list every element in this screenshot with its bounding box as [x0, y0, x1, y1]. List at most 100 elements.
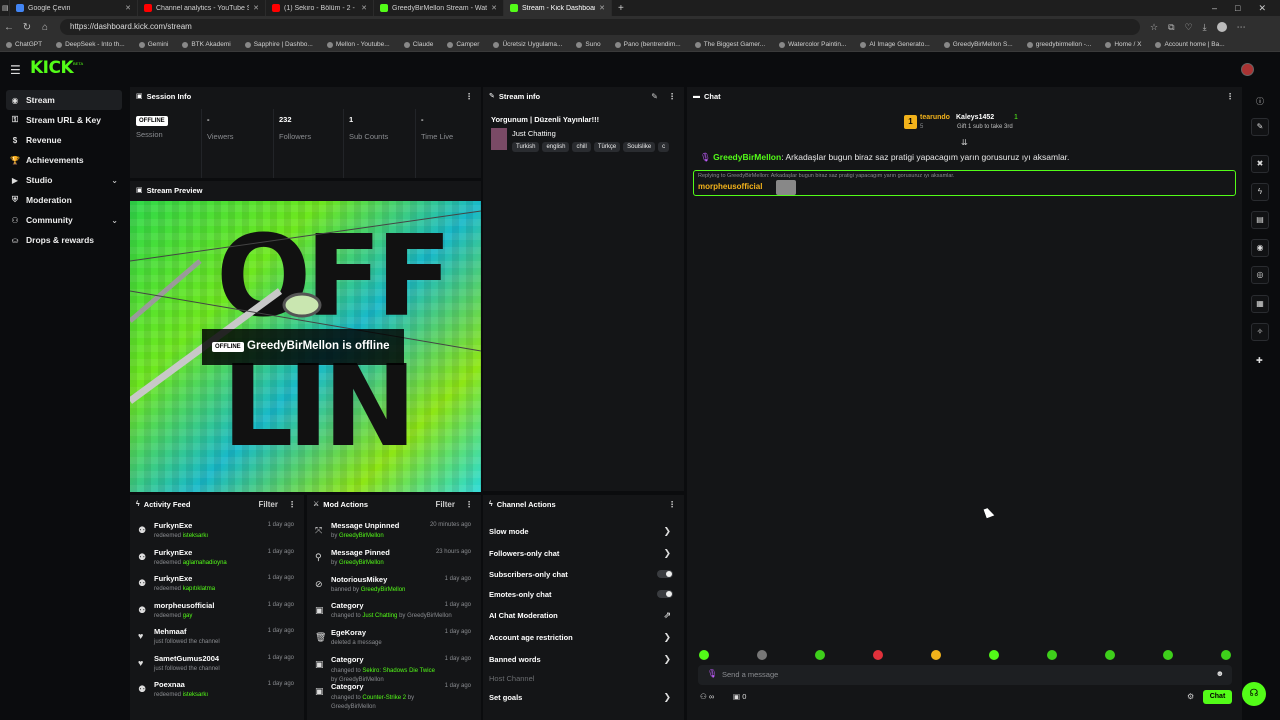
emote-icon[interactable]	[873, 650, 883, 660]
back-icon[interactable]: ←	[0, 22, 18, 33]
hamburger-menu-icon[interactable]: ☰	[10, 63, 21, 77]
support-button[interactable]: ☊	[1242, 682, 1266, 706]
bookmark-item[interactable]: Account home | Ba...	[1155, 41, 1225, 48]
edit-icon[interactable]: ✎	[651, 92, 658, 101]
download-icon[interactable]: ⤓	[1203, 22, 1207, 33]
sidebar-item-stream[interactable]: ◉ Stream	[6, 90, 122, 110]
bookmark-item[interactable]: ChatGPT	[6, 41, 42, 48]
sidebar-item-moderation[interactable]: ⛨ Moderation	[0, 190, 128, 210]
raid-icon[interactable]: ✖	[1251, 155, 1269, 173]
emote-icon[interactable]	[931, 650, 941, 660]
maximize-icon[interactable]: □	[1235, 3, 1240, 14]
bookmark-item[interactable]: Sapphire | Dashbo...	[244, 41, 313, 48]
emote-icon[interactable]	[1047, 650, 1057, 660]
tab-close-icon[interactable]: ✕	[121, 4, 131, 12]
channel-action-subscribers-only-chat[interactable]: Subscribers-only chat	[483, 564, 679, 584]
chevron-right-icon[interactable]: ❯	[663, 654, 671, 665]
channel-action-account-age-restriction[interactable]: Account age restriction ❯	[483, 627, 679, 647]
add-widget-icon[interactable]: ✚	[1256, 356, 1263, 365]
sidebar-item-studio[interactable]: ▶ Studio ⌄	[0, 170, 128, 190]
mod-action-row[interactable]: 🗑 EgeKoray deleted a message 1 day ago	[307, 626, 479, 652]
emote-icon[interactable]	[757, 650, 767, 660]
mod-action-row[interactable]: ▣ Category changed to Sekiro: Shadows Die …	[307, 653, 479, 683]
clipboard-icon[interactable]: ▤	[1251, 211, 1269, 229]
emote-icon[interactable]	[815, 650, 825, 660]
filter-button[interactable]: Filter	[258, 500, 278, 509]
more-icon[interactable]: ⋯	[1237, 22, 1246, 33]
wrench-icon[interactable]: ✧	[1251, 323, 1269, 341]
star-icon[interactable]: ☆	[1150, 22, 1158, 33]
more-options-icon[interactable]: ⋮	[465, 92, 473, 101]
sidebar-item-stream-url-key[interactable]: ⚿ Stream URL & Key	[0, 110, 128, 130]
close-window-icon[interactable]: ✕	[1258, 3, 1266, 14]
favorites-icon[interactable]: ♡	[1185, 22, 1193, 33]
quick-edit-icon[interactable]: ✎	[1251, 118, 1269, 136]
emote-icon[interactable]	[699, 650, 709, 660]
browser-tab[interactable]: Google Çeviri ✕	[10, 0, 138, 16]
filter-button[interactable]: Filter	[435, 500, 455, 509]
mod-action-row[interactable]: ▣ Category changed to Counter-Strike 2 by …	[307, 680, 479, 710]
sidebar-item-revenue[interactable]: $ Revenue	[0, 130, 128, 150]
mod-action-row[interactable]: ⊘ NotoriousMikey banned by GreedyBirMellon…	[307, 573, 479, 599]
channel-action-ai-chat-moderation[interactable]: AI Chat Moderation ⇗	[483, 605, 679, 625]
kick-logo[interactable]: KICK	[30, 58, 74, 78]
activity-row[interactable]: ♥ Mehmaaf just followed the channel 1 day a…	[130, 625, 302, 651]
bookmark-item[interactable]: AI Image Generato...	[860, 41, 930, 48]
activity-row[interactable]: ⚉ Poexnaa redeemed isteksarkı 1 day ago	[130, 678, 302, 704]
stream-tag[interactable]: english	[542, 142, 570, 152]
bookmark-item[interactable]: Gemini	[138, 41, 168, 48]
chevron-right-icon[interactable]: ❯	[663, 692, 671, 703]
send-chat-button[interactable]: Chat	[1203, 690, 1232, 704]
chevron-down-icon[interactable]: ⌄	[111, 216, 118, 225]
second-gifter-name[interactable]: Kaleys1452	[956, 114, 994, 121]
bookmark-item[interactable]: Claude	[403, 41, 433, 48]
emoji-icon[interactable]: ☻	[1216, 669, 1224, 678]
browser-tab[interactable]: Channel analytics - YouTube Studi✕	[138, 0, 266, 16]
bookmark-item[interactable]: Ücretsiz Uygulama...	[493, 41, 562, 48]
minimize-icon[interactable]: –	[1212, 3, 1217, 14]
reload-icon[interactable]: ↻	[18, 22, 36, 33]
emote-icon[interactable]	[1105, 650, 1115, 660]
broadcast-rail-icon[interactable]: ◎	[1251, 266, 1269, 284]
channel-action-banned-words[interactable]: Banned words ❯	[483, 649, 679, 669]
channel-action-slow-mode[interactable]: Slow mode ❯	[483, 521, 679, 541]
more-options-icon[interactable]: ⋮	[288, 500, 296, 509]
bookmark-item[interactable]: Pano (bentrendim...	[614, 41, 681, 48]
bookmark-item[interactable]: DeepSeek - Into th...	[56, 41, 125, 48]
activity-row[interactable]: ⚉ FurkynExe redeemed kapıtıklatma 1 day ago	[130, 572, 302, 598]
browser-tab[interactable]: GreedyBirMellon Stream - Watch ✕	[374, 0, 504, 16]
extensions-icon[interactable]: ⧉	[1168, 22, 1174, 33]
bookmark-item[interactable]: GreedyBirMellon S...	[943, 41, 1013, 48]
expand-pinned-icon[interactable]: ⇊	[961, 138, 968, 147]
stream-tag[interactable]: Turkish	[512, 142, 540, 152]
chevron-down-icon[interactable]: ⌄	[111, 176, 118, 185]
analytics-icon[interactable]: ⇗	[663, 610, 671, 621]
chevron-right-icon[interactable]: ❯	[663, 526, 671, 537]
home-icon[interactable]: ⌂	[36, 22, 54, 33]
channel-action-followers-only-chat[interactable]: Followers-only chat ❯	[483, 543, 679, 563]
chat-input-box[interactable]: 🎙 Send a message ☻	[698, 665, 1232, 685]
user-avatar[interactable]	[1241, 63, 1254, 76]
more-options-icon[interactable]: ⋮	[465, 500, 473, 509]
mod-action-row[interactable]: ⚲ Message Pinned by GreedyBirMellon 23 hour…	[307, 546, 479, 572]
tab-menu-icon[interactable]: ▤	[0, 0, 10, 16]
new-tab-button[interactable]: +	[612, 0, 630, 16]
stream-tag[interactable]: c	[658, 142, 670, 152]
info-icon[interactable]: ⓘ	[1256, 96, 1264, 107]
tab-close-icon[interactable]: ✕	[595, 4, 605, 12]
activity-row[interactable]: ⚉ FurkynExe redeemed aglamahadioyna 1 day a…	[130, 546, 302, 572]
reply-username[interactable]: morpheusofficial	[698, 182, 762, 191]
calendar-icon[interactable]: ▦	[1251, 295, 1269, 313]
emote-icon[interactable]	[989, 650, 999, 660]
stream-tag[interactable]: Soulslike	[623, 142, 656, 152]
stream-tag[interactable]: chill	[572, 142, 591, 152]
activity-row[interactable]: ⚉ morpheusofficial redeemed gay 1 day ago	[130, 599, 302, 625]
bookmark-item[interactable]: The Biggest Gamer...	[694, 41, 765, 48]
more-options-icon[interactable]: ⋮	[1226, 92, 1234, 101]
chevron-right-icon[interactable]: ❯	[663, 548, 671, 559]
sidebar-item-drops-rewards[interactable]: ⛀ Drops & rewards	[0, 230, 128, 250]
toggle-switch[interactable]	[657, 590, 673, 598]
bookmark-item[interactable]: Camper	[447, 41, 479, 48]
browser-tab[interactable]: Stream - Kick Dashboard ✕	[504, 0, 612, 16]
message-icon[interactable]: ◉	[1251, 239, 1269, 257]
